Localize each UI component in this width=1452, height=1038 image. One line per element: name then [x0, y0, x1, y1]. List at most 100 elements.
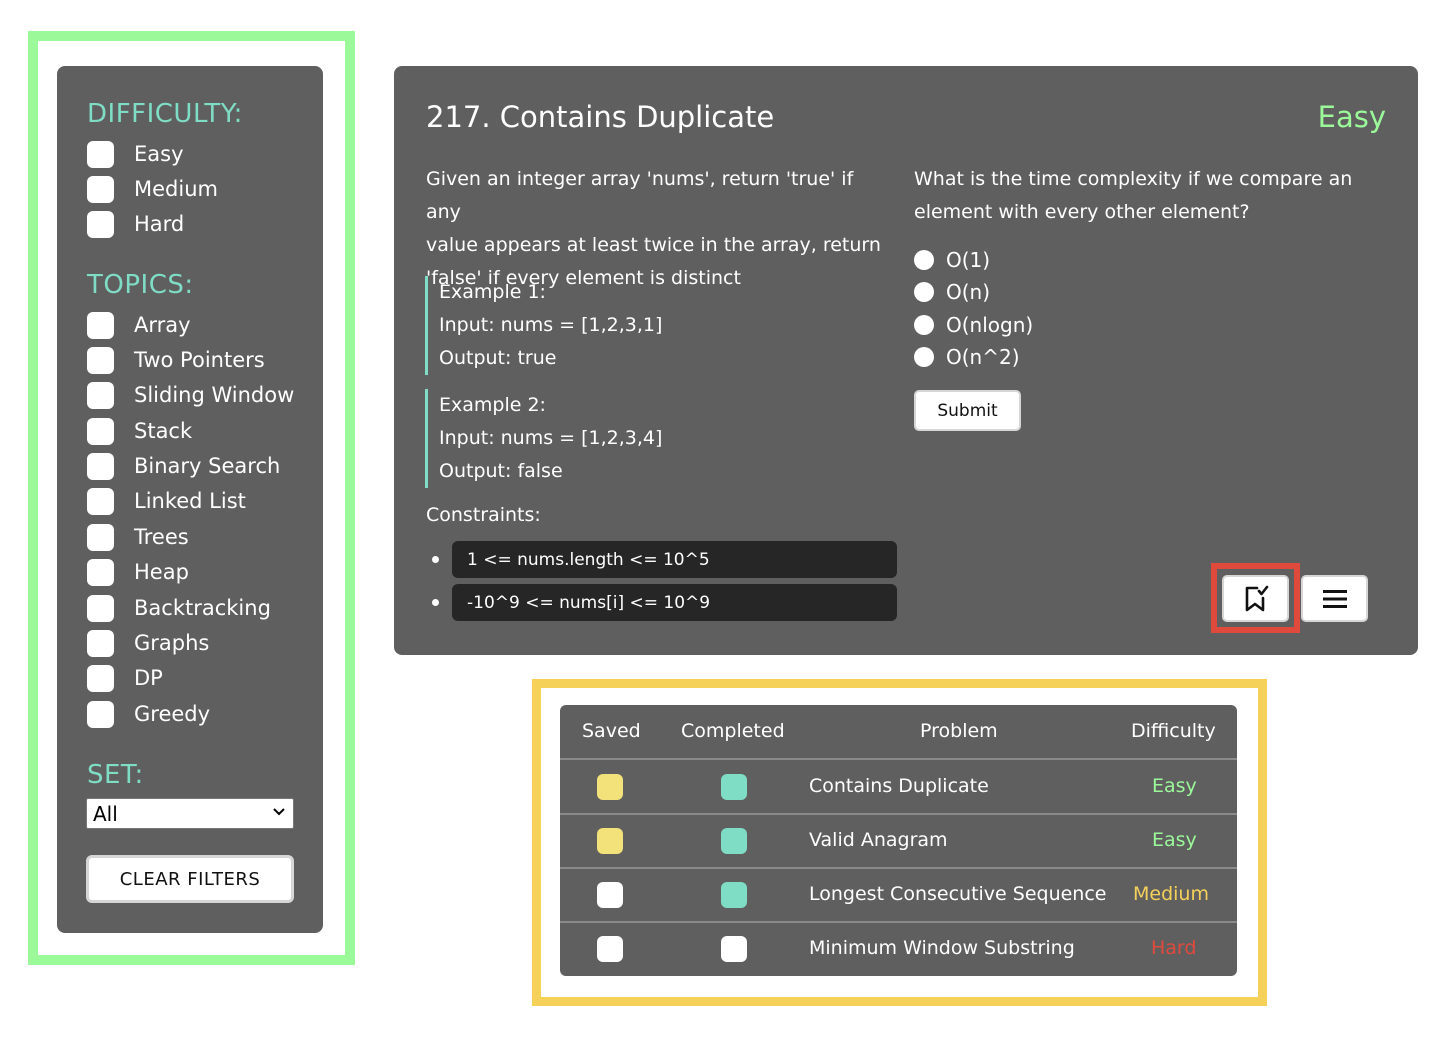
checkbox-label: Backtracking	[134, 596, 271, 620]
completed-checkbox[interactable]	[721, 828, 747, 854]
checkbox[interactable]	[87, 523, 114, 551]
example-output: Output: false	[439, 460, 563, 482]
problem-difficulty: Easy	[1317, 100, 1386, 134]
filter-topic-greedy[interactable]: Greedy	[87, 699, 210, 729]
set-heading: SET:	[87, 760, 144, 790]
header-saved: Saved	[582, 720, 641, 742]
example-1: Example 1: Input: nums = [1,2,3,1] Outpu…	[425, 276, 865, 375]
checkbox[interactable]	[87, 311, 114, 339]
checkbox[interactable]	[87, 381, 114, 409]
filter-topic-linked-list[interactable]: Linked List	[87, 486, 246, 516]
checkbox[interactable]	[87, 175, 114, 203]
submit-button[interactable]: Submit	[914, 390, 1021, 431]
filter-topic-graphs[interactable]: Graphs	[87, 628, 209, 658]
checkbox[interactable]	[87, 210, 114, 238]
problem-title: 217. Contains Duplicate	[426, 100, 775, 134]
checkbox[interactable]	[87, 487, 114, 515]
checkbox[interactable]	[87, 140, 114, 168]
completed-checkbox[interactable]	[721, 936, 747, 962]
completed-checkbox[interactable]	[721, 774, 747, 800]
bullet	[432, 556, 439, 563]
problem-link[interactable]: Contains Duplicate	[809, 775, 989, 797]
problem-link[interactable]: Valid Anagram	[809, 829, 948, 851]
difficulty-label: Medium	[1133, 883, 1209, 905]
saved-checkbox[interactable]	[597, 774, 623, 800]
filter-topic-array[interactable]: Array	[87, 310, 191, 340]
filter-topic-binary-search[interactable]: Binary Search	[87, 451, 280, 481]
filter-difficulty-hard[interactable]: Hard	[87, 209, 184, 239]
checkbox-label: Heap	[134, 560, 189, 584]
radio-label: O(n)	[946, 280, 991, 304]
checkbox-label: Trees	[134, 525, 189, 549]
radio-button[interactable]	[914, 282, 934, 302]
checkbox-label: Hard	[134, 212, 185, 236]
saved-checkbox[interactable]	[597, 828, 623, 854]
example-input: Input: nums = [1,2,3,4]	[439, 427, 663, 449]
filter-topic-backtracking[interactable]: Backtracking	[87, 593, 271, 623]
filter-difficulty-medium[interactable]: Medium	[87, 174, 218, 204]
problem-link[interactable]: Longest Consecutive Sequence	[809, 883, 1107, 905]
table-row[interactable]: Longest Consecutive Sequence Medium	[560, 869, 1237, 923]
filter-topic-dp[interactable]: DP	[87, 663, 163, 693]
saved-checkbox[interactable]	[597, 882, 623, 908]
set-select[interactable]: All	[86, 798, 294, 829]
checkbox[interactable]	[87, 629, 114, 657]
checkbox[interactable]	[87, 417, 114, 445]
saved-checkbox[interactable]	[597, 936, 623, 962]
radio-button[interactable]	[914, 250, 934, 270]
filter-topic-trees[interactable]: Trees	[87, 522, 189, 552]
filters-panel: DIFFICULTY: Easy Medium Hard TOPICS: Arr…	[57, 66, 323, 933]
answer-option-o1[interactable]: O(1)	[914, 245, 990, 275]
filter-topic-sliding-window[interactable]: Sliding Window	[87, 380, 294, 410]
difficulty-label: Hard	[1151, 937, 1197, 959]
checkbox[interactable]	[87, 346, 114, 374]
quiz-question: What is the time complexity if we compar…	[914, 163, 1384, 229]
filter-topic-stack[interactable]: Stack	[87, 416, 192, 446]
checkbox-label: Greedy	[134, 702, 211, 726]
table-row[interactable]: Minimum Window Substring Hard	[560, 923, 1237, 976]
filter-difficulty-easy[interactable]: Easy	[87, 139, 184, 169]
difficulty-heading: DIFFICULTY:	[87, 99, 243, 129]
checkbox[interactable]	[87, 700, 114, 728]
checkbox[interactable]	[87, 664, 114, 692]
checkbox[interactable]	[87, 452, 114, 480]
checkbox-label: Array	[134, 313, 191, 337]
radio-label: O(n^2)	[946, 345, 1020, 369]
description-line: value appears at least twice in the arra…	[426, 234, 881, 256]
completed-checkbox[interactable]	[721, 882, 747, 908]
header-completed: Completed	[681, 720, 785, 742]
set-select-value: All	[93, 801, 118, 826]
filter-topic-heap[interactable]: Heap	[87, 557, 189, 587]
menu-button[interactable]	[1301, 575, 1368, 622]
bullet	[432, 599, 439, 606]
checkbox-label: Graphs	[134, 631, 210, 655]
difficulty-label: Easy	[1152, 775, 1197, 797]
checkbox[interactable]	[87, 558, 114, 586]
table-row[interactable]: Contains Duplicate Easy	[560, 761, 1237, 815]
question-line: What is the time complexity if we compar…	[914, 168, 1353, 190]
clear-filters-button[interactable]: CLEAR FILTERS	[86, 855, 294, 903]
answer-option-on[interactable]: O(n)	[914, 277, 990, 307]
header-difficulty: Difficulty	[1131, 720, 1216, 742]
example-label: Example 1:	[439, 281, 546, 303]
checkbox[interactable]	[87, 594, 114, 622]
problems-table: Saved Completed Problem Difficulty Conta…	[560, 705, 1237, 976]
menu-icon	[1322, 589, 1347, 608]
radio-label: O(nlogn)	[946, 313, 1034, 337]
answer-option-on2[interactable]: O(n^2)	[914, 342, 1020, 372]
checkbox-label: Stack	[134, 419, 193, 443]
example-output: Output: true	[439, 347, 557, 369]
problem-link[interactable]: Minimum Window Substring	[809, 937, 1075, 959]
answer-option-onlogn[interactable]: O(nlogn)	[914, 310, 1033, 340]
radio-button[interactable]	[914, 315, 934, 335]
checkbox-label: DP	[134, 666, 163, 690]
table-row[interactable]: Valid Anagram Easy	[560, 815, 1237, 869]
question-line: element with every other element?	[914, 201, 1250, 223]
filter-topic-two-pointers[interactable]: Two Pointers	[87, 345, 265, 375]
checkbox-label: Medium	[134, 177, 218, 201]
constraint-item: -10^9 <= nums[i] <= 10^9	[452, 584, 897, 621]
example-label: Example 2:	[439, 394, 546, 416]
radio-button[interactable]	[914, 347, 934, 367]
table-header: Saved Completed Problem Difficulty	[560, 705, 1237, 760]
difficulty-label: Easy	[1152, 829, 1197, 851]
